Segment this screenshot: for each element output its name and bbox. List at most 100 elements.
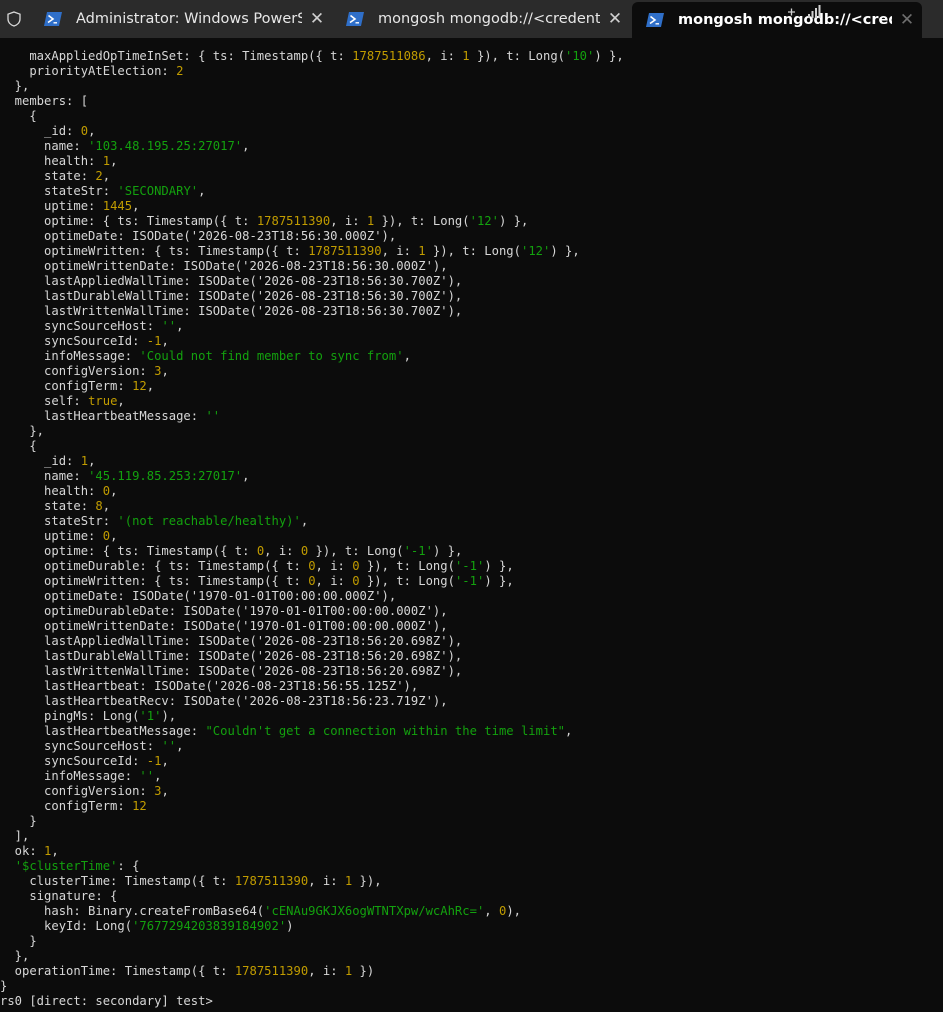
terminal-line: optimeDate: ISODate('2026-08-23T18:56:30… <box>0 229 396 244</box>
number-token: 2 <box>95 169 103 183</box>
text-token: , <box>110 484 118 498</box>
number-token: 8 <box>95 499 103 513</box>
text-token: lastHeartbeat: ISODate('2026-08-23T18:56… <box>0 679 419 693</box>
terminal-line: self: true, <box>0 394 125 409</box>
number-token: -1 <box>146 334 162 348</box>
text-token: }), t: Long( <box>425 244 521 258</box>
text-token: , <box>161 364 169 378</box>
text-token: name: <box>0 139 89 153</box>
number-token: 1787511086 <box>352 49 426 63</box>
terminal-line: }, <box>0 949 30 964</box>
number-token: 1445 <box>102 199 133 213</box>
string-token: '103.48.195.25:27017' <box>88 139 243 153</box>
terminal-line: { <box>0 439 37 454</box>
tab-powershell-admin[interactable]: Administrator: Windows PowerShell ✕ <box>30 0 332 38</box>
text-token: , <box>300 514 309 528</box>
text-token: optimeWritten: { ts: Timestamp({ t: <box>0 244 309 258</box>
terminal-line: stateStr: 'SECONDARY', <box>0 184 205 199</box>
terminal-line: name: '103.48.195.25:27017', <box>0 139 249 154</box>
text-token: operationTime: Timestamp({ t: <box>0 964 235 978</box>
terminal-line: lastWrittenWallTime: ISODate('2026-08-23… <box>0 304 462 319</box>
terminal-line: health: 0, <box>0 484 117 499</box>
text-token: keyId: Long( <box>0 919 133 933</box>
text-token: , <box>154 769 162 783</box>
string-token: '-1' <box>403 544 433 558</box>
text-token: , i: <box>308 964 345 978</box>
text-token: infoMessage: <box>0 349 140 363</box>
number-token: 0 <box>308 574 316 588</box>
terminal-line: configVersion: 3, <box>0 784 169 799</box>
terminal-line: lastHeartbeatRecv: ISODate('2026-08-23T1… <box>0 694 448 709</box>
text-token: hash: Binary.createFromBase64( <box>0 904 265 918</box>
terminal-line: clusterTime: Timestamp({ t: 1787511390, … <box>0 874 381 889</box>
tab-mongosh-2-active[interactable]: mongosh mongodb://<credentials>@ ✕ <box>632 2 922 38</box>
text-token: name: <box>0 469 89 483</box>
text-token: optimeDurable: { ts: Timestamp({ t: <box>0 559 309 573</box>
powershell-icon <box>646 13 664 27</box>
text-token: , <box>176 739 184 753</box>
powershell-icon <box>44 12 62 26</box>
text-token: , <box>403 349 411 363</box>
tab-mongosh-1[interactable]: mongosh mongodb://<credentials>@ ✕ <box>332 0 630 38</box>
text-token: maxAppliedOpTimeInSet: { ts: Timestamp({… <box>0 49 353 63</box>
text-token: optimeDate: ISODate('2026-08-23T18:56:30… <box>0 229 397 243</box>
text-token: , <box>161 334 169 348</box>
close-icon[interactable]: ✕ <box>892 10 922 30</box>
text-token: optimeWritten: { ts: Timestamp({ t: <box>0 574 309 588</box>
number-token: 1787511390 <box>256 214 331 228</box>
text-token: , i: <box>381 244 419 258</box>
terminal-line: lastHeartbeat: ISODate('2026-08-23T18:56… <box>0 679 418 694</box>
terminal-output[interactable]: maxAppliedOpTimeInSet: { ts: Timestamp({… <box>0 42 943 1012</box>
terminal-line: optimeWritten: { ts: Timestamp({ t: 1787… <box>0 244 580 259</box>
terminal-line: lastHeartbeatMessage: "Couldn't get a co… <box>0 724 572 739</box>
terminal-line: hash: Binary.createFromBase64('cENAu9GKJ… <box>0 904 521 919</box>
terminal-line: members: [ <box>0 94 88 109</box>
text-token: clusterTime: Timestamp({ t: <box>0 874 235 888</box>
terminal-line: optimeWritten: { ts: Timestamp({ t: 0, i… <box>0 574 514 589</box>
text-token: optime: { ts: Timestamp({ t: <box>0 544 257 558</box>
terminal-line: syncSourceHost: '', <box>0 739 183 754</box>
text-token: }), t: Long( <box>469 49 565 63</box>
string-token: "Couldn't get a connection within the ti… <box>205 724 565 738</box>
text-token: } <box>0 979 8 993</box>
terminal-line: infoMessage: '', <box>0 769 161 784</box>
text-token: { <box>0 439 37 453</box>
terminal-line: state: 8, <box>0 499 110 514</box>
text-token: _id: <box>0 124 81 138</box>
terminal-line: lastAppliedWallTime: ISODate('2026-08-23… <box>0 274 462 289</box>
text-token: ) <box>286 919 294 933</box>
text-token: uptime: <box>0 199 103 213</box>
number-token: 2 <box>176 64 184 78</box>
close-icon[interactable]: ✕ <box>600 9 630 29</box>
text-token: ], <box>0 829 30 843</box>
text-token: infoMessage: <box>0 769 140 783</box>
terminal-line: lastDurableWallTime: ISODate('2026-08-23… <box>0 649 462 664</box>
string-token: '$clusterTime' <box>14 859 118 873</box>
text-token: : { <box>117 859 140 873</box>
number-token: 1 <box>462 49 470 63</box>
string-token: '12' <box>520 244 551 258</box>
terminal-line: '$clusterTime': { <box>0 859 140 874</box>
text-token: optimeDurableDate: ISODate('1970-01-01T0… <box>0 604 448 618</box>
text-token: , <box>102 499 111 513</box>
terminal-line: } <box>0 814 36 829</box>
terminal-line: stateStr: '(not reachable/healthy)', <box>0 514 308 529</box>
text-token: , i: <box>330 214 367 228</box>
number-token: 1 <box>80 454 89 468</box>
string-token: '(not reachable/healthy)' <box>117 514 301 528</box>
text-token: health: <box>0 484 103 498</box>
text-token: lastAppliedWallTime: ISODate('2026-08-23… <box>0 274 463 288</box>
terminal-line: configTerm: 12 <box>0 799 147 814</box>
string-token: '-1' <box>454 574 485 588</box>
string-token: 'cENAu9GKJX6ogWTNTXpw/wcAhRc=' <box>264 904 485 918</box>
text-token: lastHeartbeatMessage: <box>0 409 206 423</box>
text-token: ), <box>161 709 177 723</box>
text-token: health: <box>0 154 103 168</box>
text-token: configVersion: <box>0 784 155 798</box>
text-token: configVersion: <box>0 364 155 378</box>
terminal-line: syncSourceId: -1, <box>0 334 169 349</box>
text-token: lastHeartbeatRecv: ISODate('2026-08-23T1… <box>0 694 448 708</box>
tab-title: mongosh mongodb://<credentials>@ <box>678 12 892 28</box>
terminal-line: maxAppliedOpTimeInSet: { ts: Timestamp({… <box>0 49 623 64</box>
close-icon[interactable]: ✕ <box>302 9 332 29</box>
